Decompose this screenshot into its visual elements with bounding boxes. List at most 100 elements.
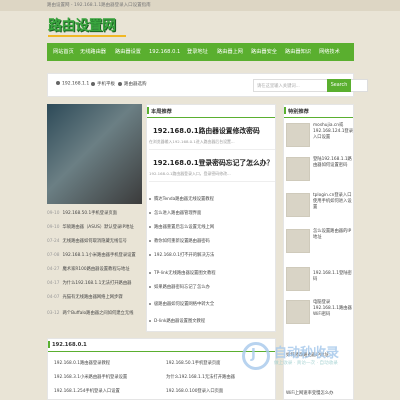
hot-article-title[interactable]: 192.168.0.1路由器设置修改密码 (153, 125, 260, 135)
item-title: 如果路由器密码忘记了怎么办 (154, 285, 210, 290)
list-item[interactable]: 192.168.0.1打不开的解决方法 (149, 252, 214, 258)
nav-router-setup[interactable]: 路由器设置 (115, 43, 141, 61)
bullet-icon (149, 302, 151, 305)
nav-router-security[interactable]: 路由器安全 (251, 43, 277, 61)
hot-article-desc: 192.168.0.1路由器登录入口，登录密码修改... (149, 171, 231, 176)
item-title: D-link路由器设置图文教程 (154, 319, 206, 324)
item-title: 192.168.50.1手机登录页面 (62, 211, 117, 216)
quick-link-buy[interactable]: 路由器选购 (118, 81, 147, 87)
watermark-subtext: 做上收录 · 真访一次 · 自动收录 (274, 361, 338, 366)
list-item[interactable]: 04-07 光猫有无线路由器网络上网步骤 (47, 294, 142, 303)
bullet-icon (149, 211, 151, 214)
list-item[interactable]: 07-08 192.168.1.1小米路由器手机登录设置 (47, 252, 142, 261)
thumbnail-image[interactable] (286, 300, 310, 324)
nav-router-knowledge[interactable]: 路由器知识 (285, 43, 311, 61)
title-accent (147, 107, 149, 114)
item-title: 华硕路由器（ASUS）默认登录IP地址 (62, 225, 134, 230)
category-panel-title: 192.168.0.1 (52, 342, 87, 348)
watermark-text: 自动秒收录 (274, 346, 340, 361)
hot-panel: 本周推荐 192.168.0.1路由器设置修改密码 在浏览器输入192.168.… (146, 104, 276, 332)
list-item[interactable]: 怎么进入路由器管理界面 (149, 210, 201, 216)
item-date: 07-24 (47, 239, 60, 244)
list-item[interactable]: 为什么192.168.1.1无法打开路由器 (166, 374, 235, 380)
list-item[interactable]: 路由器重置后怎么设置无线上网 (149, 224, 214, 230)
list-item[interactable]: 09-10 192.168.50.1手机登录页面 (47, 210, 142, 219)
list-item[interactable]: 腾达Tenda路由器无线设置教程 (149, 196, 214, 202)
list-item[interactable]: 09-10 华硕路由器（ASUS）默认登录IP地址 (47, 224, 142, 233)
hot-panel-title: 本周推荐 (151, 109, 172, 115)
list-item[interactable]: 03-12 两个Buffalo路由器之间如何建立无线 (47, 310, 142, 319)
list-item[interactable]: 教你如何重新设置路由器密码 (149, 238, 210, 244)
featured-item-title[interactable]: 192.168.1.1登陆密码 (313, 271, 355, 283)
bullet-icon (149, 285, 151, 288)
title-accent (48, 341, 50, 348)
thumbnail-image[interactable] (286, 157, 310, 181)
list-item[interactable]: 04-17 为什么192.168.1.1无法打开路由器 (47, 280, 142, 289)
item-date: 04-07 (47, 295, 60, 300)
search-button[interactable]: Search (327, 79, 351, 92)
list-item[interactable]: 192.168.3.1小米路由器手机登录设置 (54, 374, 127, 380)
featured-panel-title: 特别推荐 (288, 109, 309, 115)
wifi-icon (56, 81, 60, 85)
nav-wireless-router[interactable]: 无线路由器 (80, 43, 106, 61)
list-item[interactable]: 04-27 魔术家R100路由器设置教程与地址 (47, 266, 142, 275)
list-item[interactable]: 极路由器如何设置网络中转大全 (149, 301, 214, 307)
list-item[interactable]: 192.168.1.254手机登录入口设置 (54, 388, 120, 394)
quick-link-mobile[interactable]: 手机平板 (91, 81, 115, 87)
list-item[interactable]: 如果路由器密码忘记了怎么办 (149, 284, 210, 290)
thumbnail-image[interactable] (286, 229, 310, 253)
hot-article-title[interactable]: 192.168.0.1登录密码忘记了怎么办？ (153, 157, 273, 167)
title-underline (284, 117, 353, 118)
bullet-icon (149, 271, 151, 274)
nav-router-internet[interactable]: 路由器上网 (217, 43, 243, 61)
nav-network-tech[interactable]: 网络技术 (319, 43, 340, 61)
item-title: 魔术家R100路由器设置教程与地址 (62, 267, 130, 272)
featured-item-title[interactable]: tplogin.cn登录入口使用手机如何进入设置 (313, 193, 355, 211)
quick-link-192[interactable]: 192.168.1.1 (56, 81, 89, 87)
divider (149, 149, 275, 150)
featured-item-title[interactable]: 登陆192.168.1.1路由器如何设置密码 (313, 157, 355, 169)
search-placeholder: 请在这里输入关键词... (257, 84, 300, 89)
item-date: 09-10 (47, 225, 60, 230)
logo-text: 路由设置网 (48, 18, 116, 34)
main-nav: 网站首页 无线路由器 路由器设置 192.168.0.1 登录地址 路由器上网 … (47, 43, 354, 61)
featured-slideshow[interactable] (47, 104, 142, 204)
item-title: 无线路由器如何取消隐藏无线信号 (62, 239, 127, 244)
item-title: 两个Buffalo路由器之间如何建立无线 (62, 311, 134, 316)
list-item[interactable]: 192.168.0.1路由器登录教程 (54, 360, 110, 366)
list-item[interactable]: TP-link无线路由器设置图文教程 (149, 270, 216, 276)
thumbnail-image[interactable] (286, 123, 310, 147)
item-date: 04-17 (47, 281, 60, 286)
bullet-icon (149, 197, 151, 200)
router-icon (118, 81, 122, 86)
item-title: 光猫有无线路由器网络上网步骤 (62, 295, 123, 300)
item-title: 为什么192.168.1.1无法打开路由器 (62, 281, 132, 286)
item-title: 路由器重置后怎么设置无线上网 (154, 225, 215, 230)
featured-item-title[interactable]: moshujia.cn或192.168.124.1登录入口设置 (313, 123, 355, 141)
thumbnail-image[interactable] (286, 193, 310, 217)
quick-link-label: 路由器选购 (124, 82, 147, 87)
bullet-icon (149, 319, 151, 322)
nav-192-168-0-1[interactable]: 192.168.0.1 (149, 43, 180, 61)
thumbnail-image[interactable] (286, 267, 310, 291)
site-logo[interactable]: 路由设置网 (48, 15, 126, 37)
nav-login-address[interactable]: 登录地址 (187, 43, 208, 61)
list-item[interactable]: 192.168.0.100登录入口页面 (166, 388, 223, 394)
slide-image[interactable] (47, 104, 142, 204)
featured-item-title[interactable]: WiFi上网速率变慢怎么办 (286, 391, 353, 397)
item-title: TP-link无线路由器设置图文教程 (154, 271, 216, 276)
featured-item-title[interactable]: 怎么设置路由器的IP地址 (313, 229, 355, 241)
item-title: 腾达Tenda路由器无线设置教程 (154, 197, 214, 202)
list-item[interactable]: D-link路由器设置图文教程 (149, 318, 205, 324)
top-strip: 路由设置网 - 192.168.1.1路由器登录入口设置指南 (0, 0, 400, 11)
quick-link-label: 手机平板 (97, 82, 115, 87)
nav-home[interactable]: 网站首页 (53, 43, 74, 61)
list-item[interactable]: 07-24 无线路由器如何取消隐藏无线信号 (47, 238, 142, 247)
featured-item-title[interactable]: 电脑登录192.168.1.1路由器WiFi密码 (313, 300, 355, 318)
bullet-icon (149, 253, 151, 256)
item-date: 07-08 (47, 253, 60, 258)
phone-icon (91, 81, 95, 86)
list-item[interactable]: 192.168.50.1手机登录页面 (166, 360, 220, 366)
divider (149, 181, 275, 182)
quick-link-label: 192.168.1.1 (62, 81, 90, 87)
